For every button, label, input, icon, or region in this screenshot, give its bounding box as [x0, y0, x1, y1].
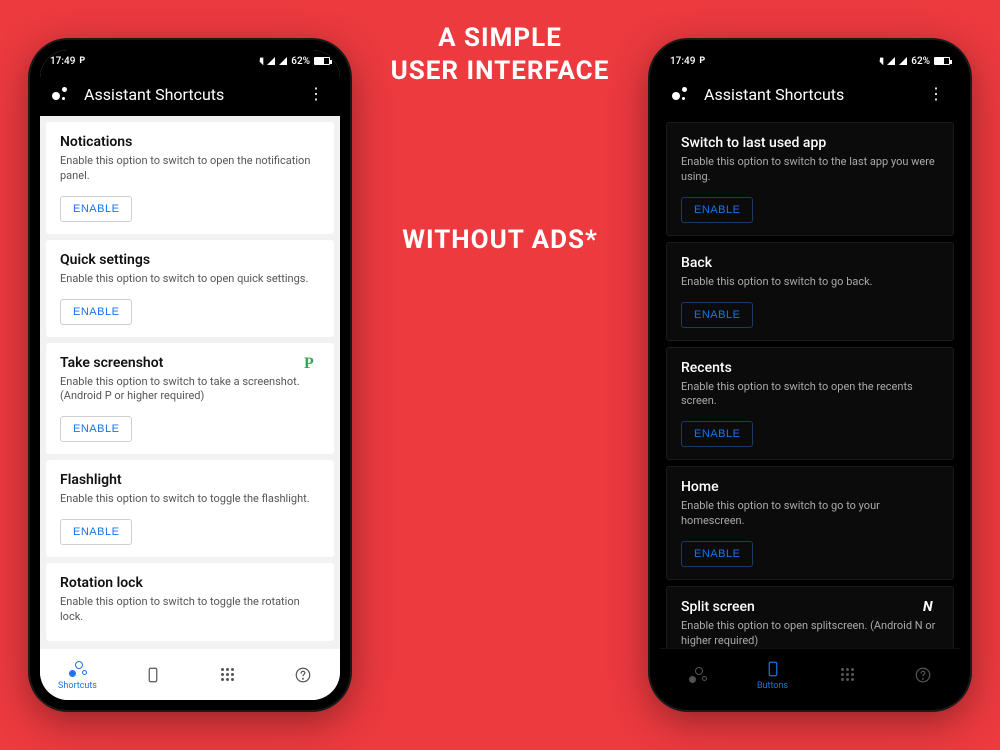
battery-icon: [934, 57, 950, 65]
card-title: Take screenshot: [60, 355, 320, 371]
card-recents: Recents Enable this option to switch to …: [666, 347, 954, 461]
card-desc: Enable this option to switch to take a s…: [60, 375, 320, 405]
card-desc: Enable this option to switch to open the…: [681, 380, 939, 410]
nav-shortcuts[interactable]: Shortcuts: [40, 649, 115, 700]
card-flashlight: Flashlight Enable this option to switch …: [46, 460, 334, 557]
card-title: Recents: [681, 360, 939, 376]
card-switch-last-app: Switch to last used app Enable this opti…: [666, 122, 954, 236]
card-title: Split screen: [681, 599, 939, 615]
app-title: Assistant Shortcuts: [84, 85, 290, 104]
nav-apps[interactable]: [810, 649, 885, 700]
status-battery: 62%: [291, 56, 310, 67]
battery-icon: [314, 57, 330, 65]
android-p-icon: P: [79, 56, 85, 66]
app-bar: Assistant Shortcuts ⋮: [40, 72, 340, 116]
bottom-nav: Buttons: [660, 648, 960, 700]
card-desc: Enable this option to switch to open the…: [60, 154, 320, 184]
help-icon: [913, 665, 933, 685]
enable-button[interactable]: ENABLE: [60, 416, 132, 442]
card-title: Rotation lock: [60, 575, 320, 591]
signal-icon-2: [279, 57, 287, 65]
status-battery: 62%: [911, 56, 930, 67]
notch: [740, 50, 880, 72]
phone-icon: [143, 665, 163, 685]
nav-help[interactable]: [885, 649, 960, 700]
android-p-icon: P: [699, 56, 705, 66]
card-title: Back: [681, 255, 939, 271]
notch: [120, 50, 260, 72]
card-take-screenshot: P Take screenshot Enable this option to …: [46, 343, 334, 455]
enable-button[interactable]: ENABLE: [681, 197, 753, 223]
nav-help[interactable]: [265, 649, 340, 700]
app-title: Assistant Shortcuts: [704, 85, 910, 104]
phone-light: 17:49 P ⚿ ◥ 62% Assistant Shortcuts ⋮ No…: [30, 40, 350, 710]
enable-button[interactable]: ENABLE: [681, 541, 753, 567]
apps-grid-icon: [838, 665, 858, 685]
card-home: Home Enable this option to switch to go …: [666, 466, 954, 580]
card-back: Back Enable this option to switch to go …: [666, 242, 954, 341]
card-desc: Enable this option to switch to toggle t…: [60, 595, 320, 625]
card-title: Quick settings: [60, 252, 320, 268]
phone-icon: [763, 659, 783, 679]
card-notifications: Notications Enable this option to switch…: [46, 122, 334, 234]
signal-icon: [887, 57, 895, 65]
shortcuts-icon: [68, 659, 88, 679]
nav-apps[interactable]: [190, 649, 265, 700]
screen-dark: 17:49 P ⚿ ◥ 62% Assistant Shortcuts ⋮ Sw…: [660, 50, 960, 700]
card-title: Switch to last used app: [681, 135, 939, 151]
nav-buttons[interactable]: Buttons: [735, 649, 810, 700]
shortcuts-icon: [688, 665, 708, 685]
enable-button[interactable]: ENABLE: [681, 421, 753, 447]
android-p-badge: P: [304, 355, 322, 373]
card-title: Notications: [60, 134, 320, 150]
card-desc: Enable this option to switch to the last…: [681, 155, 939, 185]
shortcut-list[interactable]: Switch to last used app Enable this opti…: [660, 116, 960, 648]
card-title: Flashlight: [60, 472, 320, 488]
card-title: Home: [681, 479, 939, 495]
card-desc: Enable this option to switch to go back.: [681, 275, 939, 290]
overflow-menu-button[interactable]: ⋮: [924, 82, 948, 106]
card-desc: Enable this option to open splitscreen. …: [681, 619, 939, 648]
screen-light: 17:49 P ⚿ ◥ 62% Assistant Shortcuts ⋮ No…: [40, 50, 340, 700]
card-rotation-lock: Rotation lock Enable this option to swit…: [46, 563, 334, 641]
nav-label: Shortcuts: [58, 681, 97, 691]
apps-grid-icon: [218, 665, 238, 685]
assistant-icon: [672, 85, 690, 103]
assistant-icon: [52, 85, 70, 103]
card-desc: Enable this option to switch to go to yo…: [681, 499, 939, 529]
enable-button[interactable]: ENABLE: [681, 302, 753, 328]
android-n-badge: N: [923, 599, 941, 617]
shortcut-list[interactable]: Notications Enable this option to switch…: [40, 116, 340, 648]
enable-button[interactable]: ENABLE: [60, 299, 132, 325]
signal-icon: [267, 57, 275, 65]
card-quick-settings: Quick settings Enable this option to swi…: [46, 240, 334, 337]
app-bar: Assistant Shortcuts ⋮: [660, 72, 960, 116]
enable-button[interactable]: ENABLE: [60, 196, 132, 222]
card-split-screen: N Split screen Enable this option to ope…: [666, 586, 954, 648]
enable-button[interactable]: ENABLE: [60, 519, 132, 545]
nav-buttons[interactable]: [115, 649, 190, 700]
card-desc: Enable this option to switch to open qui…: [60, 272, 320, 287]
card-desc: Enable this option to switch to toggle t…: [60, 492, 320, 507]
help-icon: [293, 665, 313, 685]
overflow-menu-button[interactable]: ⋮: [304, 82, 328, 106]
nav-label: Buttons: [757, 681, 788, 691]
nav-shortcuts[interactable]: [660, 649, 735, 700]
status-time: 17:49: [50, 56, 75, 67]
phone-dark: 17:49 P ⚿ ◥ 62% Assistant Shortcuts ⋮ Sw…: [650, 40, 970, 710]
signal-icon-2: [899, 57, 907, 65]
bottom-nav: Shortcuts: [40, 648, 340, 700]
status-time: 17:49: [670, 56, 695, 67]
